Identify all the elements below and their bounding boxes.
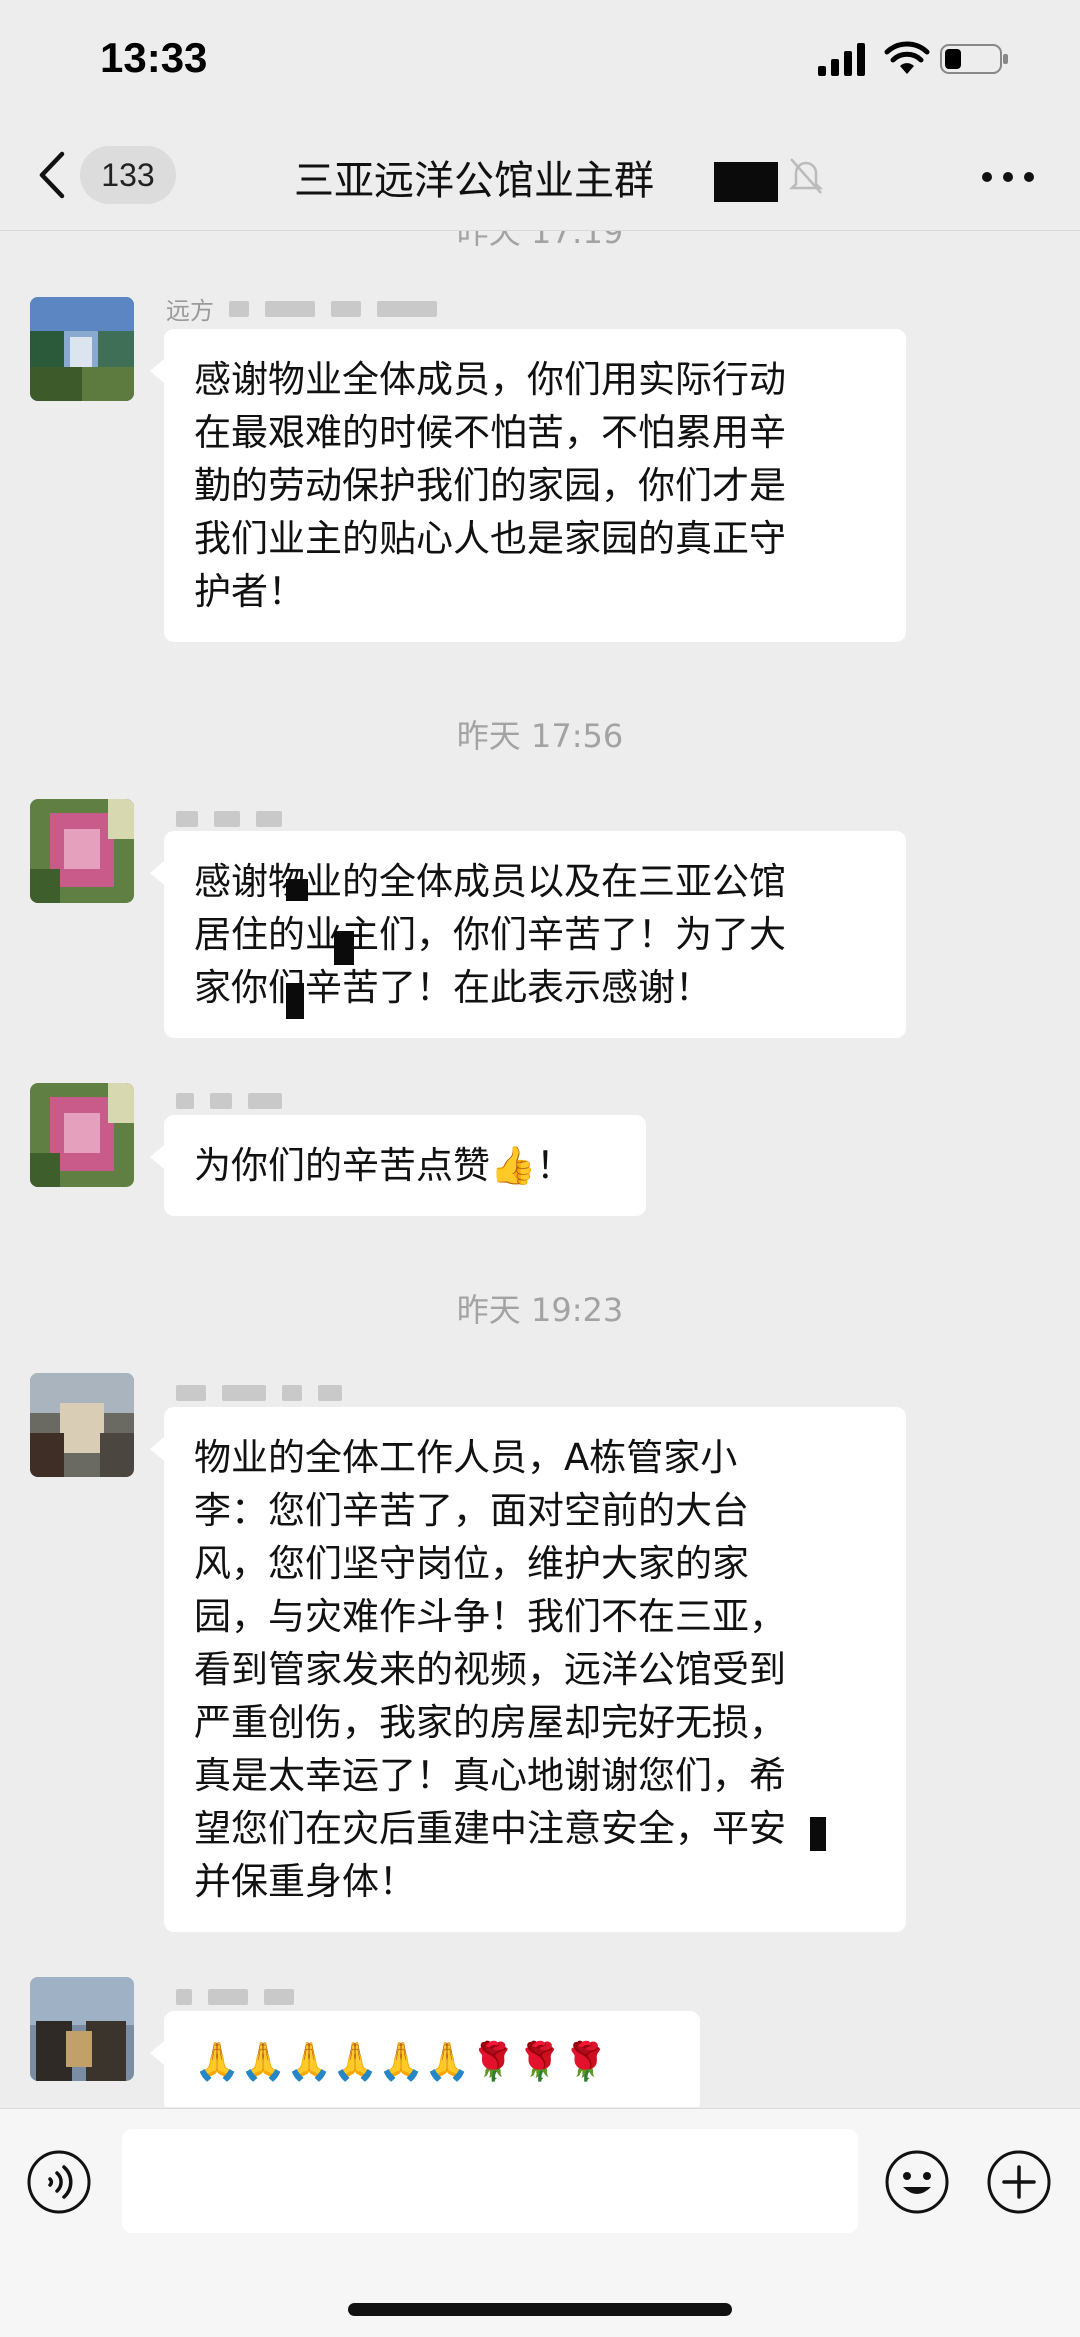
cellular-signal-icon <box>818 43 865 76</box>
redaction-mark <box>286 983 304 1019</box>
sender-name: 远方 <box>166 291 453 325</box>
sender-name <box>166 1087 298 1109</box>
bell-muted-icon <box>788 158 824 194</box>
redaction-mark <box>714 162 778 202</box>
sender-name <box>166 1983 310 2005</box>
timestamp: 昨天 17:19 <box>456 231 624 251</box>
battery-icon <box>940 44 1008 74</box>
timestamp: 昨天 17:56 <box>456 717 624 755</box>
unread-count-badge[interactable]: 133 <box>80 146 176 204</box>
message-list[interactable]: 昨天 17:19 远方 感谢物业全体成员，你们用实际行动 在最艰难的时候不怕苦，… <box>0 231 1080 2107</box>
voice-icon[interactable] <box>26 2149 92 2215</box>
message-bubble[interactable]: 感谢物业全体成员，你们用实际行动 在最艰难的时候不怕苦，不怕累用辛 勤的劳动保护… <box>150 329 906 642</box>
status-bar: 13:33 <box>0 0 1080 120</box>
redaction-mark <box>334 931 354 965</box>
message-input[interactable] <box>122 2129 858 2233</box>
input-bar <box>0 2108 1080 2337</box>
message-bubble[interactable]: 感谢物业的全体成员以及在三亚公馆 居住的业主们，你们辛苦了！为了大 家你们辛苦了… <box>150 831 906 1038</box>
status-time: 13:33 <box>100 34 208 81</box>
chevron-left-icon[interactable] <box>36 150 68 200</box>
avatar[interactable] <box>30 1977 134 2081</box>
message-bubble[interactable]: 为你们的辛苦点赞👍！ <box>150 1115 646 1216</box>
home-indicator <box>348 2303 732 2316</box>
plus-icon[interactable] <box>986 2149 1052 2215</box>
message-bubble[interactable]: 🙏🙏🙏🙏🙏🙏🌹🌹🌹 <box>150 2011 700 2107</box>
avatar[interactable] <box>30 297 134 401</box>
more-icon[interactable] <box>980 170 1036 184</box>
group-title[interactable]: 三亚远洋公馆业主群 <box>294 148 654 206</box>
chat-header: 133 三亚远洋公馆业主群 <box>0 120 1080 231</box>
avatar[interactable] <box>30 1373 134 1477</box>
redaction-mark <box>286 879 308 901</box>
redaction-mark <box>810 1817 826 1851</box>
avatar[interactable] <box>30 1083 134 1187</box>
message-bubble[interactable]: 物业的全体工作人员，A栋管家小 李：您们辛苦了，面对空前的大台 风，您们坚守岗位… <box>150 1407 906 1932</box>
avatar[interactable] <box>30 799 134 903</box>
sender-name <box>166 1379 358 1401</box>
wifi-icon <box>884 41 930 74</box>
timestamp: 昨天 19:23 <box>456 1291 624 1329</box>
emoji-icon[interactable] <box>884 2149 950 2215</box>
sender-name <box>166 805 298 827</box>
